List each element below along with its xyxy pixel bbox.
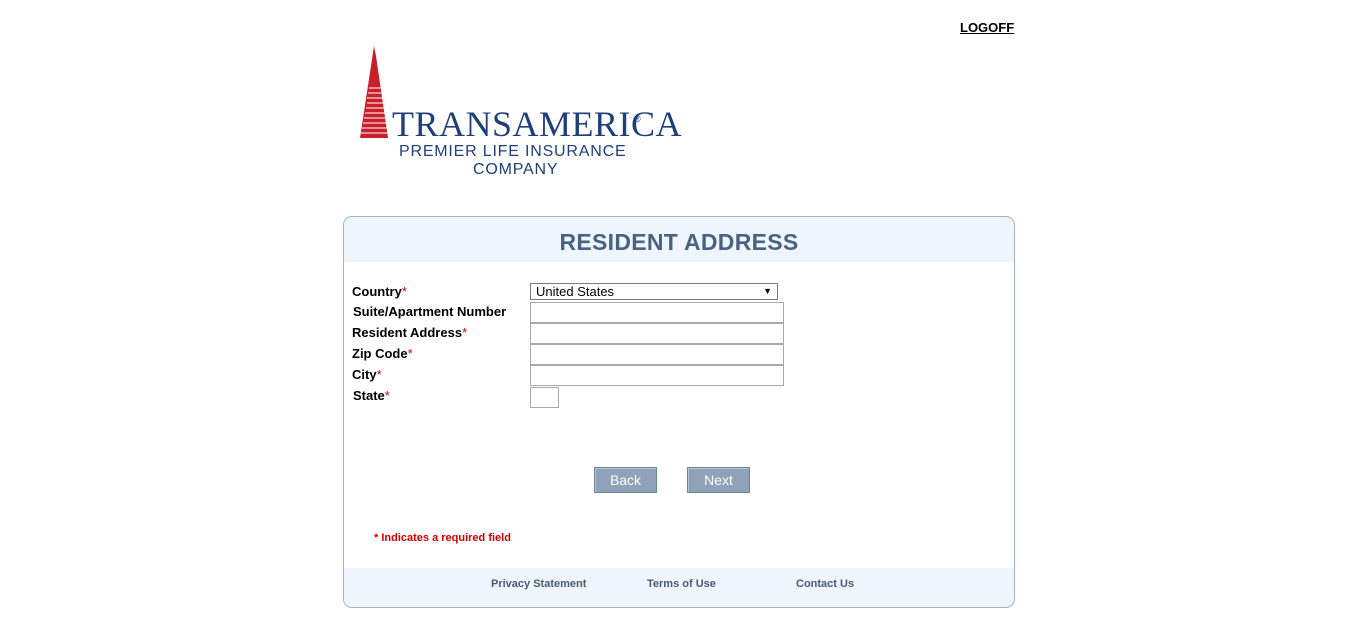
- logo-brand-text: TRANSAMERICA: [392, 104, 683, 144]
- required-asterisk: *: [384, 388, 390, 403]
- required-asterisk: *: [376, 367, 382, 382]
- suite-label: Suite/Apartment Number: [353, 304, 507, 319]
- terms-of-use-link[interactable]: Terms of Use: [647, 578, 716, 590]
- country-select[interactable]: United States ▼: [530, 283, 778, 300]
- city-input[interactable]: [530, 365, 784, 386]
- logo-subtitle-line2: COMPANY: [473, 161, 559, 178]
- zip-code-input[interactable]: [530, 344, 784, 365]
- resident-address-panel: RESIDENT ADDRESS Country* United States …: [343, 216, 1015, 608]
- suite-input[interactable]: [530, 302, 784, 323]
- resident-address-label: Resident Address*: [352, 325, 468, 340]
- contact-us-link[interactable]: Contact Us: [796, 578, 854, 590]
- country-label: Country*: [352, 284, 407, 299]
- panel-footer: Privacy Statement Terms of Use Contact U…: [344, 568, 1014, 607]
- resident-address-input[interactable]: [530, 323, 784, 344]
- zip-code-label: Zip Code*: [352, 346, 413, 361]
- city-label: City*: [352, 367, 382, 382]
- required-asterisk: *: [401, 284, 407, 299]
- dropdown-arrow-icon: ▼: [763, 286, 772, 296]
- page-title: RESIDENT ADDRESS: [559, 229, 799, 255]
- state-label: State*: [353, 388, 390, 403]
- logo-subtitle-line1: PREMIER LIFE INSURANCE: [399, 143, 627, 160]
- privacy-statement-link[interactable]: Privacy Statement: [491, 578, 586, 590]
- required-asterisk: *: [407, 346, 413, 361]
- logoff-link[interactable]: LOGOFF: [960, 20, 1014, 35]
- required-field-note: * Indicates a required field: [374, 532, 511, 544]
- back-button[interactable]: Back: [594, 467, 657, 493]
- logo-registered-mark: ®: [634, 114, 641, 124]
- next-button[interactable]: Next: [687, 467, 750, 493]
- required-asterisk: *: [462, 325, 468, 340]
- transamerica-logo: TRANSAMERICA ® PREMIER LIFE INSURANCE CO…: [358, 46, 682, 182]
- state-input[interactable]: [530, 387, 559, 408]
- panel-header: RESIDENT ADDRESS: [344, 217, 1014, 262]
